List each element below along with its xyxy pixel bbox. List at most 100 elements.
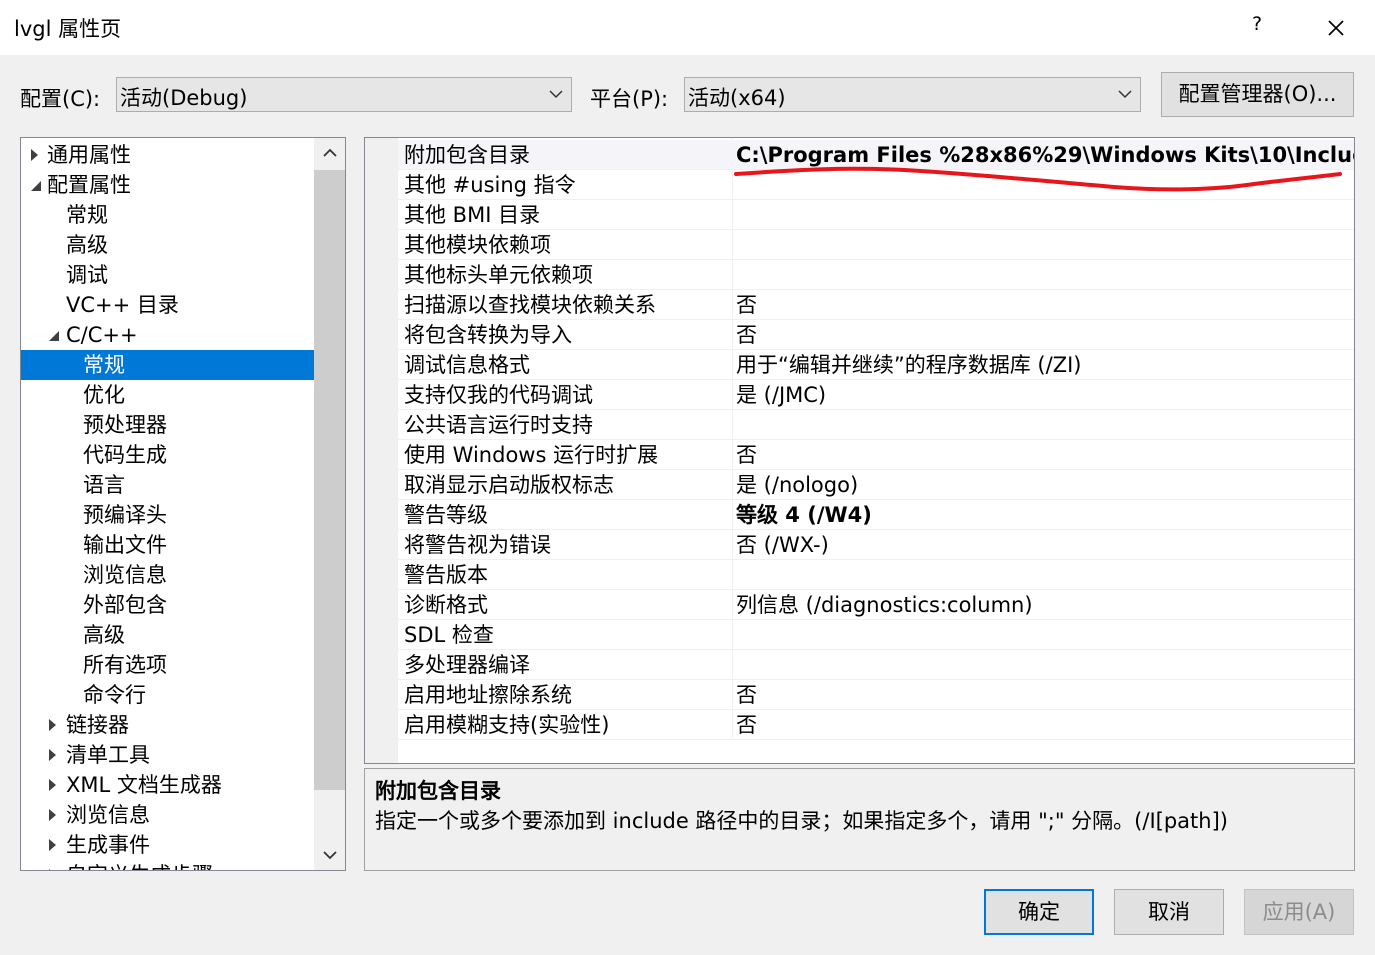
description-title: 附加包含目录 [375,779,501,803]
property-row[interactable]: 其他 #using 指令 [398,170,1354,200]
property-row[interactable]: 取消显示启动版权标志 是 (/nologo) [398,470,1354,500]
property-tree[interactable]: 通用属性 配置属性 常规 高级 调试 VC++ 目录 C/C++ 常规 优化 预处理器 代码生成 语言… [20,137,346,871]
description-text: 指定一个或多个要添加到 include 路径中的目录；如果指定多个，请用 ";"… [375,809,1228,833]
close-icon [1328,20,1344,36]
tree-item-label: XML 文档生成器 [66,773,222,797]
tree-scrollbar[interactable] [314,138,345,870]
property-value[interactable]: 否 [736,681,1354,709]
expanded-arrow-icon[interactable] [31,181,41,191]
ok-button[interactable]: 确定 [984,889,1094,935]
tree-item-label: 输出文件 [83,533,167,557]
property-row[interactable]: 其他模块依赖项 [398,230,1354,260]
tree-item[interactable]: C/C++ [21,320,311,350]
property-row[interactable]: 将包含转换为导入 否 [398,320,1354,350]
tree-item[interactable]: 生成事件 [21,830,311,860]
tree-item[interactable]: 外部包含 [21,590,311,620]
property-value[interactable]: 用于“编辑并继续”的程序数据库 (/ZI) [736,351,1354,379]
tree-item[interactable]: 所有选项 [21,650,311,680]
property-row[interactable]: 使用 Windows 运行时扩展 否 [398,440,1354,470]
tree-item-label: C/C++ [66,323,138,347]
property-row[interactable]: 启用模糊支持(实验性) 否 [398,710,1354,740]
tree-item[interactable]: 浏览信息 [21,560,311,590]
property-row[interactable]: 警告版本 [398,560,1354,590]
property-row[interactable]: 支持仅我的代码调试 是 (/JMC) [398,380,1354,410]
close-button[interactable] [1320,12,1352,44]
tree-item-label: 通用属性 [47,143,131,167]
tree-item[interactable]: 自定义生成步骤 [21,860,311,870]
tree-item-label: 高级 [83,623,125,647]
tree-item[interactable]: 输出文件 [21,530,311,560]
tree-item[interactable]: VC++ 目录 [21,290,311,320]
platform-select[interactable]: 活动(x64) [684,77,1141,112]
property-row[interactable]: 公共语言运行时支持 [398,410,1354,440]
property-row[interactable]: 附加包含目录 C:\Program Files %28x86%29\Windows… [398,140,1354,170]
tree-item-label: 优化 [83,383,125,407]
tree-item[interactable]: 常规 [21,200,311,230]
property-name: 其他 #using 指令 [404,173,576,197]
collapsed-arrow-icon[interactable] [49,839,56,851]
property-row[interactable]: 多处理器编译 [398,650,1354,680]
tree-item-label: 自定义生成步骤 [66,860,213,870]
tree-item-label: 调试 [66,263,108,287]
config-label: 配置(C): [20,87,101,111]
tree-item[interactable]: 预编译头 [21,500,311,530]
property-value[interactable]: 否 [736,321,1354,349]
property-name: 将包含转换为导入 [404,323,572,347]
property-row[interactable]: 其他标头单元依赖项 [398,260,1354,290]
property-row[interactable]: 其他 BMI 目录 [398,200,1354,230]
property-value[interactable]: 是 (/JMC) [736,381,1354,409]
property-value[interactable]: 否 [736,291,1354,319]
property-value[interactable]: 否 [736,441,1354,469]
tree-item[interactable]: 代码生成 [21,440,311,470]
property-name: 诊断格式 [404,593,488,617]
tree-item[interactable]: 预处理器 [21,410,311,440]
property-row[interactable]: 扫描源以查找模块依赖关系 否 [398,290,1354,320]
collapsed-arrow-icon[interactable] [49,809,56,821]
tree-item[interactable]: 优化 [21,380,311,410]
collapsed-arrow-icon[interactable] [49,719,56,731]
property-row[interactable]: 诊断格式 列信息 (/diagnostics:column) [398,590,1354,620]
tree-item[interactable]: 常规 [21,350,314,380]
property-value[interactable]: 否 (/WX-) [736,531,1354,559]
tree-scrollbar-thumb[interactable] [314,170,345,790]
property-row[interactable]: 启用地址擦除系统 否 [398,680,1354,710]
config-select[interactable]: 活动(Debug) [116,77,572,112]
property-row[interactable]: 调试信息格式 用于“编辑并继续”的程序数据库 (/ZI) [398,350,1354,380]
property-grid[interactable]: 附加包含目录 C:\Program Files %28x86%29\Windows… [364,137,1355,764]
cancel-button[interactable]: 取消 [1114,889,1224,935]
collapsed-arrow-icon[interactable] [49,779,56,791]
tree-item[interactable]: XML 文档生成器 [21,770,311,800]
tree-item[interactable]: 通用属性 [21,140,311,170]
property-value[interactable]: 否 [736,711,1354,739]
chevron-up-icon[interactable] [323,148,337,158]
config-manager-button[interactable]: 配置管理器(O)... [1161,72,1354,117]
tree-item[interactable]: 配置属性 [21,170,311,200]
tree-item[interactable]: 高级 [21,620,311,650]
collapsed-arrow-icon[interactable] [49,749,56,761]
property-value[interactable]: 是 (/nologo) [736,471,1354,499]
platform-label: 平台(P): [590,87,669,111]
platform-select-value: 活动(x64) [688,86,786,110]
property-name: 附加包含目录 [404,143,530,167]
property-value[interactable]: 等级 4 (/W4) [736,501,1354,529]
property-value[interactable]: 列信息 (/diagnostics:column) [736,591,1354,619]
tree-item[interactable]: 高级 [21,230,311,260]
property-row[interactable]: 将警告视为错误 否 (/WX-) [398,530,1354,560]
expanded-arrow-icon[interactable] [49,331,59,341]
collapsed-arrow-icon[interactable] [31,149,38,161]
tree-item-label: 链接器 [66,713,129,737]
tree-item[interactable]: 浏览信息 [21,800,311,830]
tree-item[interactable]: 链接器 [21,710,311,740]
property-row[interactable]: 警告等级 等级 4 (/W4) [398,500,1354,530]
tree-item[interactable]: 调试 [21,260,311,290]
tree-item-label: 命令行 [83,683,146,707]
property-name: 其他标头单元依赖项 [404,263,593,287]
tree-item[interactable]: 清单工具 [21,740,311,770]
help-button[interactable]: ? [1244,13,1270,35]
collapsed-arrow-icon[interactable] [49,869,56,870]
chevron-down-icon[interactable] [323,850,337,860]
property-row[interactable]: SDL 检查 [398,620,1354,650]
tree-item[interactable]: 命令行 [21,680,311,710]
tree-item[interactable]: 语言 [21,470,311,500]
property-value[interactable]: C:\Program Files %28x86%29\Windows Kits\… [736,141,1354,169]
